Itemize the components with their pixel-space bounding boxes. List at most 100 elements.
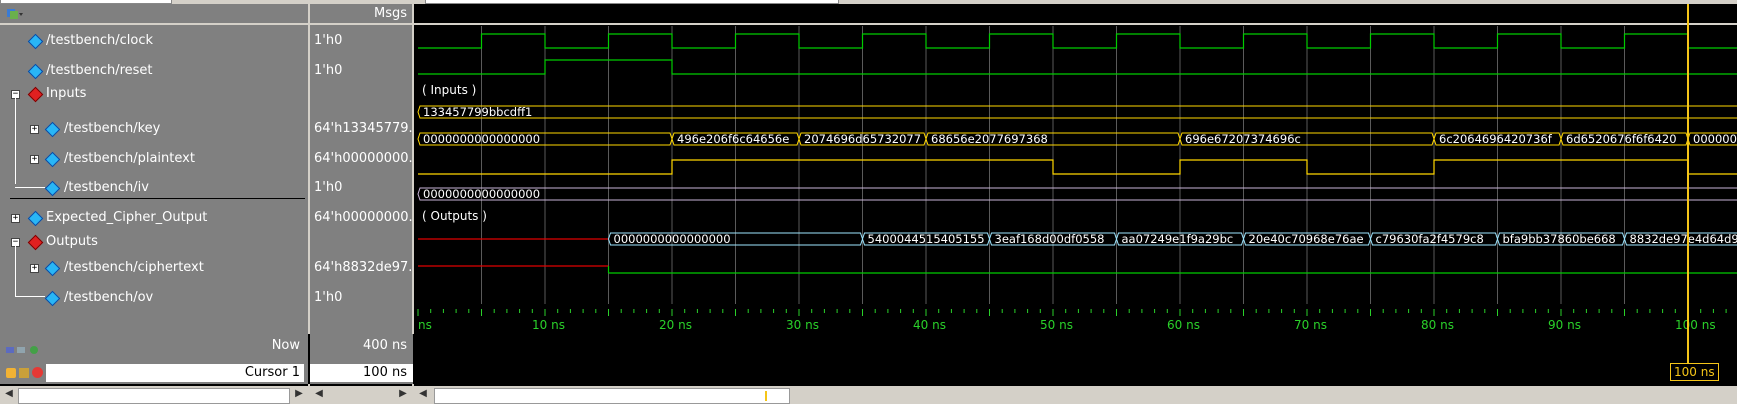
time-label: 60 ns <box>1167 318 1200 332</box>
value-clock: 1'h0 <box>314 33 343 48</box>
ciphertext-value: 20e40c70968e76ae <box>1249 232 1364 246</box>
scroll-left-icon[interactable]: ◀ <box>2 387 16 401</box>
signal-name: /testbench/plaintext <box>64 151 195 166</box>
group-row-inputs[interactable]: − Inputs <box>0 82 308 106</box>
group-icon <box>27 234 44 251</box>
horizontal-scrollbar[interactable]: ◀ ▶ ◀ ▶ ◀ <box>0 386 1737 404</box>
waveform-pane[interactable]: ( Inputs ) ( Outputs ) 133457799bbcdff1 000… <box>414 4 1737 334</box>
plaintext-value: 696e67207374696c <box>1185 132 1301 146</box>
cursor-time-flag[interactable]: 100 ns <box>1670 363 1719 381</box>
signal-icon <box>44 151 61 168</box>
inputs-group-label: ( Inputs ) <box>422 83 476 97</box>
values-pane: Msgs 1'h0 1'h0 64'h13345779... 64'h00000… <box>310 4 413 334</box>
value-ciphertext: 64'h8832de97... <box>314 260 413 275</box>
delete-icon[interactable] <box>32 367 43 378</box>
status-values: 400 ns 100 ns <box>310 334 413 384</box>
lock-icon[interactable] <box>6 368 16 378</box>
ciphertext-value: aa07249e1f9a29bc <box>1122 232 1234 246</box>
status-area: Now Cursor 1 400 ns 100 ns <box>0 334 1737 384</box>
value-reset: 1'h0 <box>314 63 343 78</box>
scroll-right-icon[interactable]: ▶ <box>292 387 306 401</box>
time-label: ns <box>418 318 432 332</box>
signal-row-expected-cipher[interactable]: + Expected_Cipher_Output <box>0 203 308 233</box>
plaintext-value: 0000000000000000 <box>423 132 540 146</box>
signal-row-plaintext[interactable]: + /testbench/plaintext <box>0 144 308 174</box>
time-label: 100 ns <box>1675 318 1716 332</box>
time-label: 80 ns <box>1421 318 1454 332</box>
value-plaintext: 64'h00000000... <box>314 151 413 166</box>
expand-icon[interactable]: + <box>30 125 39 134</box>
scroll-left-icon[interactable]: ◀ <box>312 387 326 401</box>
now-label: Now <box>271 338 300 353</box>
group-name: Outputs <box>46 234 98 249</box>
edit-icon[interactable] <box>19 368 29 378</box>
names-scroll-track[interactable] <box>18 388 290 404</box>
scroll-left-icon[interactable]: ◀ <box>416 387 430 401</box>
signal-icon <box>44 290 61 307</box>
ciphertext-value: c79630fa2f4579c8 <box>1376 232 1484 246</box>
signal-name: /testbench/ciphertext <box>64 260 204 275</box>
reset-wave <box>418 59 1737 75</box>
group-icon <box>27 86 44 103</box>
waveform-canvas[interactable]: ( Inputs ) ( Outputs ) 133457799bbcdff1 000… <box>414 4 1737 334</box>
ciphertext-value: 3eaf168d00df0558 <box>995 232 1105 246</box>
signal-name: /testbench/ov <box>64 290 154 305</box>
key-value: 133457799bbcdff1 <box>423 105 532 119</box>
timeline-area <box>414 306 1737 334</box>
plaintext-value: 0000000000000000 <box>1693 132 1737 146</box>
divider-line <box>10 198 305 199</box>
signal-row-key[interactable]: + /testbench/key <box>0 114 308 144</box>
expected-cipher-segment <box>417 187 1737 201</box>
ciphertext-value: 8832de97e4d64d9 <box>1630 232 1737 246</box>
signal-row-clock[interactable]: /testbench/clock <box>0 26 308 56</box>
msgs-label: Msgs <box>373 6 407 21</box>
outputs-group-label: ( Outputs ) <box>422 209 487 223</box>
time-label: 70 ns <box>1294 318 1327 332</box>
value-key: 64'h13345779... <box>314 121 413 136</box>
time-label: 20 ns <box>659 318 692 332</box>
time-label: 40 ns <box>913 318 946 332</box>
cursor-name-field[interactable]: Cursor 1 <box>46 364 304 382</box>
wave-toolbar-icon[interactable] <box>6 7 24 21</box>
wave-toolbar-icon[interactable] <box>6 344 42 354</box>
time-label: 10 ns <box>532 318 565 332</box>
plaintext-value: 6d6520676f6f6420 <box>1566 132 1677 146</box>
value-ov: 1'h0 <box>314 290 343 305</box>
expand-icon[interactable]: + <box>30 155 39 164</box>
ciphertext-value: bfa9bb37860be668 <box>1503 232 1616 246</box>
signal-name: /testbench/clock <box>46 33 153 48</box>
value-expected-cipher: 64'h00000000... <box>314 210 413 225</box>
wave-header <box>414 4 1737 23</box>
scroll-right-icon[interactable]: ▶ <box>396 387 410 401</box>
signal-name: Expected_Cipher_Output <box>46 210 208 225</box>
signal-icon <box>27 63 44 80</box>
expand-icon[interactable]: + <box>11 214 20 223</box>
iv-wave <box>418 159 1737 175</box>
wave-scroll-thumb[interactable] <box>434 388 790 404</box>
signal-row-ov[interactable]: /testbench/ov <box>0 283 308 313</box>
msgs-header: Msgs <box>310 4 413 25</box>
key-segment <box>417 105 1737 119</box>
value-iv: 1'h0 <box>314 180 343 195</box>
signal-names-pane: /testbench/clock /testbench/reset − Inpu… <box>0 4 308 334</box>
cursor-line-status <box>1687 334 1689 364</box>
group-row-outputs[interactable]: − Outputs <box>0 230 308 254</box>
group-name: Inputs <box>46 86 87 101</box>
names-header <box>0 4 308 25</box>
cursor-value[interactable]: 100 ns <box>310 364 413 382</box>
signal-icon <box>27 210 44 227</box>
signal-name: /testbench/key <box>64 121 161 136</box>
signal-icon <box>27 33 44 50</box>
tree-branch <box>15 187 45 188</box>
status-names: Now Cursor 1 <box>0 334 308 384</box>
time-label: 90 ns <box>1548 318 1581 332</box>
expand-icon[interactable]: + <box>30 264 39 273</box>
clock-wave <box>418 33 1737 49</box>
scroll-marker <box>765 391 767 401</box>
signal-icon <box>44 180 61 197</box>
time-label: 30 ns <box>786 318 819 332</box>
signal-row-ciphertext[interactable]: + /testbench/ciphertext <box>0 253 308 283</box>
now-value: 400 ns <box>363 338 407 353</box>
ciphertext-value: 5400044515405155 <box>868 232 985 246</box>
expected-cipher-value: 0000000000000000 <box>423 187 540 201</box>
